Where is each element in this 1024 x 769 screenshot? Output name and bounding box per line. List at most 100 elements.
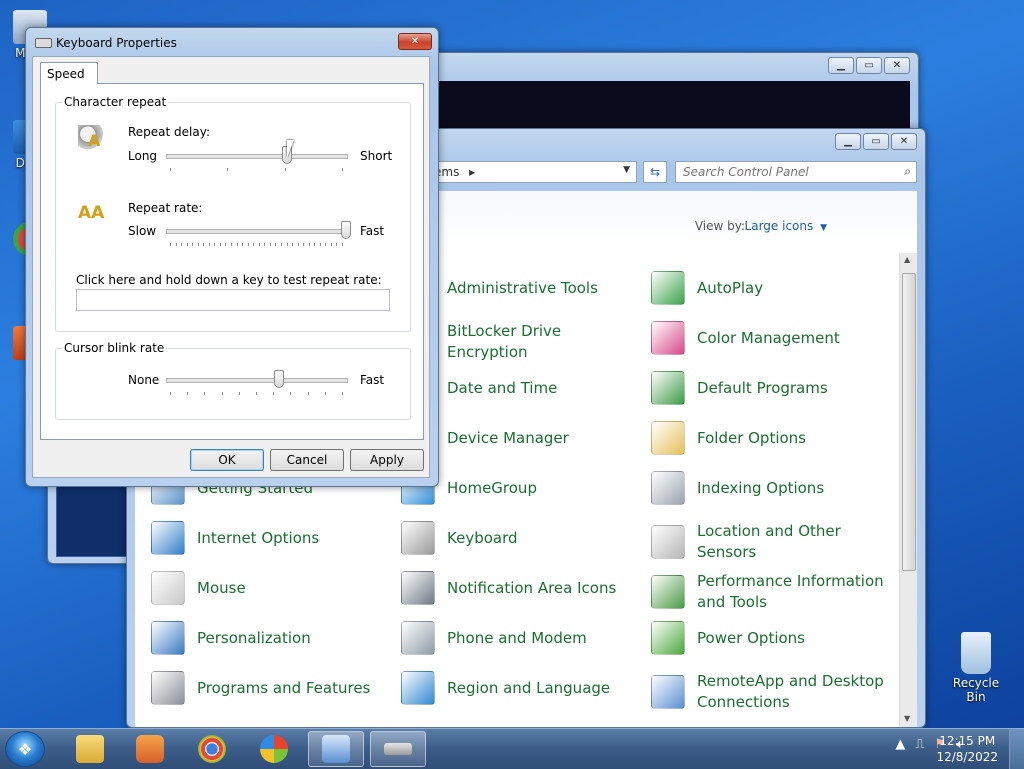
cp-item-label: BitLocker Drive Encryption: [447, 322, 562, 361]
cp-item-label: Notification Area Icons: [447, 578, 617, 597]
character-repeat-group: Character repeat A Repeat delay: Long Sh…: [55, 95, 411, 332]
dialog-close-button[interactable]: ✕: [398, 33, 432, 50]
cp-item-label: RemoteApp and Desktop Connections: [697, 672, 884, 711]
view-by-label: View by:: [694, 219, 745, 233]
cp-item[interactable]: Default Programs: [651, 371, 891, 405]
clock-date: 12/8/2022: [936, 750, 998, 764]
slider-tick: [280, 243, 282, 246]
refresh-button[interactable]: ⇆: [643, 161, 667, 183]
blink-rate-slider[interactable]: [274, 370, 285, 388]
test-repeat-label: Click here and hold down a key to test r…: [76, 273, 382, 287]
cp-item[interactable]: Folder Options: [651, 421, 891, 455]
address-dropdown-icon[interactable]: ▼: [623, 165, 630, 175]
network-icon[interactable]: ⎍: [915, 737, 924, 752]
cp-item[interactable]: AutoPlay: [651, 271, 891, 305]
maximize-button[interactable]: ▭: [863, 133, 889, 150]
clock[interactable]: 12:15 PM 12/8/2022: [936, 733, 998, 765]
cp-item[interactable]: Power Options: [651, 621, 891, 655]
cp-item[interactable]: Notification Area Icons: [401, 571, 641, 605]
cp-item-label: Internet Options: [197, 528, 320, 547]
slider-tick: [319, 243, 321, 246]
cp-item[interactable]: Region and Language: [401, 671, 641, 705]
power-options-icon: [651, 621, 685, 655]
dialog-title: Keyboard Properties: [56, 36, 177, 50]
repeat-delay-track[interactable]: [166, 154, 348, 159]
group-label: Character repeat: [62, 95, 169, 109]
desktop-icon-recycle-bin[interactable]: Recycle Bin: [942, 632, 1010, 704]
slider-tick: [342, 168, 343, 171]
slider-tick: [342, 392, 343, 395]
scroll-down-icon[interactable]: ▼: [904, 714, 910, 723]
repeat-rate-track[interactable]: [166, 229, 348, 234]
cp-caption-buttons: ▁ ▭ ✕: [833, 133, 917, 150]
blink-rate-track[interactable]: [166, 378, 348, 383]
slider-tick: [253, 243, 255, 246]
view-by-dropdown[interactable]: Large icons ▼: [745, 219, 827, 233]
desktop-icon-label: Recycle Bin: [952, 676, 1000, 704]
taskbar-chrome-button[interactable]: [184, 731, 240, 767]
cp-item[interactable]: Mouse: [151, 571, 391, 605]
slider-tick: [181, 243, 183, 246]
keyboard-properties-dialog[interactable]: Keyboard Properties ✕ Speed Character re…: [25, 27, 439, 487]
close-button[interactable]: ✕: [891, 133, 917, 150]
start-button[interactable]: ❖: [5, 731, 45, 767]
taskbar-media-player-button[interactable]: [122, 731, 178, 767]
slider-tick: [308, 243, 310, 246]
slider-tick: [227, 168, 229, 171]
cp-item-label: Keyboard: [447, 528, 518, 547]
slider-tick: [187, 392, 189, 395]
cp-item[interactable]: Keyboard: [401, 521, 641, 555]
search-icon[interactable]: ⌕: [904, 164, 911, 179]
scroll-up-icon[interactable]: ▲: [904, 255, 910, 264]
cp-item-label: Administrative Tools: [447, 278, 598, 297]
apply-button[interactable]: Apply: [350, 449, 424, 471]
remoteapp-icon: [651, 675, 685, 709]
location-sensors-icon: [651, 525, 685, 559]
slider-tick: [170, 168, 171, 171]
cp-item-label: Mouse: [197, 578, 246, 597]
cp-item[interactable]: Internet Options: [151, 521, 391, 555]
cp-item[interactable]: Programs and Features: [151, 671, 391, 705]
programs-features-icon: [151, 671, 185, 705]
taskbar-control-panel-button[interactable]: [308, 731, 364, 767]
close-button[interactable]: ✕: [884, 57, 910, 74]
taskbar-keyboard-button[interactable]: [370, 731, 426, 767]
show-desktop-button[interactable]: [1009, 729, 1024, 769]
breadcrumb-arrow-icon[interactable]: ▸: [469, 165, 475, 179]
cp-item[interactable]: RemoteApp and Desktop Connections: [651, 671, 891, 713]
slider-tick: [314, 243, 316, 246]
minimize-button[interactable]: ▁: [835, 133, 861, 150]
performance-icon: [651, 575, 685, 609]
folder-options-icon: [651, 421, 685, 455]
cp-item[interactable]: Color Management: [651, 321, 891, 355]
slider-tick: [258, 243, 260, 246]
mouse-cursor-icon: [287, 140, 294, 158]
test-repeat-input[interactable]: [76, 289, 390, 311]
cp-item[interactable]: Indexing Options: [651, 471, 891, 505]
cp-item[interactable]: Performance Information and Tools: [651, 571, 891, 613]
cancel-button[interactable]: Cancel: [270, 449, 344, 471]
show-hidden-icons-icon[interactable]: ▲: [895, 737, 905, 752]
cp-item[interactable]: Phone and Modem: [401, 621, 641, 655]
cp-item[interactable]: Location and Other Sensors: [651, 521, 891, 563]
keyboard-icon: [401, 521, 435, 555]
console-caption-buttons: ▁ ▭ ✕: [826, 57, 910, 74]
maximize-button[interactable]: ▭: [856, 57, 882, 74]
autoplay-icon: [651, 271, 685, 305]
address-bar[interactable]: ems ▸ ▼: [427, 161, 637, 183]
minimize-button[interactable]: ▁: [828, 57, 854, 74]
chevron-down-icon: ▼: [820, 223, 827, 233]
mouse-icon: [151, 571, 185, 605]
slider-tick: [324, 392, 326, 395]
repeat-rate-slider[interactable]: [341, 221, 351, 239]
taskbar-windows-button[interactable]: [246, 731, 302, 767]
ok-button[interactable]: OK: [190, 449, 264, 471]
cp-item-label: Default Programs: [697, 378, 828, 397]
cp-item[interactable]: Personalization: [151, 621, 391, 655]
vertical-scrollbar[interactable]: ▲ ▼: [899, 253, 917, 727]
scrollbar-thumb[interactable]: [902, 273, 916, 571]
taskbar-explorer-button[interactable]: [62, 731, 118, 767]
search-input[interactable]: Search Control Panel ⌕: [675, 161, 917, 183]
tab-speed[interactable]: Speed: [40, 62, 98, 84]
slider-tick: [336, 243, 338, 246]
